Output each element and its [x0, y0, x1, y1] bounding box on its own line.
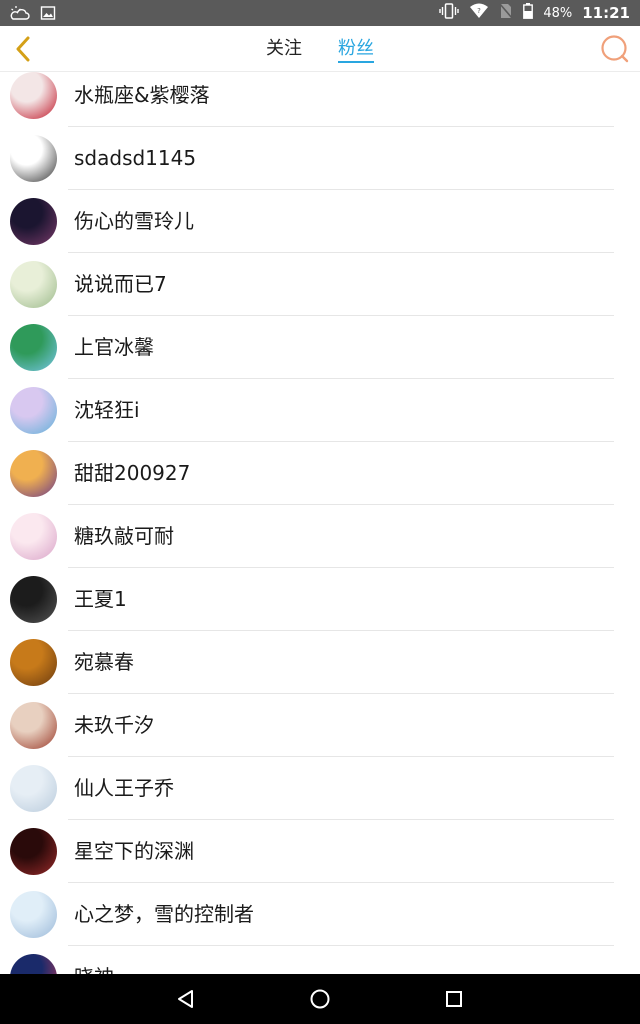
follower-name: 糖玖敲可耐: [74, 524, 174, 548]
avatar[interactable]: [10, 450, 57, 497]
follower-name: 上官冰馨: [74, 335, 154, 359]
nav-back-button[interactable]: [156, 974, 216, 1024]
battery-percent: 48%: [543, 5, 573, 21]
follower-row[interactable]: 星空下的深渊: [0, 820, 640, 883]
avatar[interactable]: [10, 513, 57, 560]
avatar[interactable]: [10, 891, 57, 938]
follower-row[interactable]: 晓神: [0, 946, 640, 974]
follower-name: 说说而已7: [74, 272, 167, 296]
search-icon: [601, 35, 629, 63]
follower-name: 伤心的雪玲儿: [74, 209, 194, 233]
avatar[interactable]: [10, 576, 57, 623]
search-button[interactable]: [598, 32, 632, 66]
nav-home-button[interactable]: [290, 974, 350, 1024]
follower-row[interactable]: 糖玖敲可耐: [0, 505, 640, 568]
vibrate-icon: [439, 3, 460, 23]
recents-icon: [446, 991, 462, 1007]
image-icon: [40, 5, 56, 25]
follower-name: 沈轻狂i: [74, 398, 140, 422]
follower-row[interactable]: 未玖千汐: [0, 694, 640, 757]
avatar[interactable]: [10, 639, 57, 686]
svg-text:?: ?: [477, 7, 481, 15]
avatar[interactable]: [10, 828, 57, 875]
tab-following[interactable]: 关注: [266, 26, 302, 72]
no-sim-icon: [499, 3, 513, 23]
follower-row[interactable]: 王夏1: [0, 568, 640, 631]
follower-name: 心之梦，雪的控制者: [74, 902, 254, 926]
follower-name: 晓神: [74, 946, 114, 974]
avatar[interactable]: [10, 387, 57, 434]
system-nav-bar: [0, 974, 640, 1024]
avatar[interactable]: [10, 261, 57, 308]
follower-row[interactable]: 宛慕春: [0, 631, 640, 694]
follower-row[interactable]: 水瓶座&紫樱落: [0, 72, 640, 127]
nav-recents-button[interactable]: [424, 974, 484, 1024]
followers-list[interactable]: 水瓶座&紫樱落 sdadsd1145 伤心的雪玲儿 说说而已7 上官冰馨沈轻狂i 甜甜20…: [0, 72, 640, 974]
clock: 11:21: [582, 4, 630, 22]
follower-name: 王夏1: [74, 587, 127, 611]
avatar[interactable]: [10, 72, 57, 119]
follower-name: sdadsd1145: [74, 146, 197, 170]
avatar[interactable]: [10, 324, 57, 371]
home-icon: [310, 989, 330, 1009]
tab-bar: 关注 粉丝: [0, 26, 640, 72]
avatar[interactable]: [10, 198, 57, 245]
avatar[interactable]: [10, 702, 57, 749]
follower-row[interactable]: 心之梦，雪的控制者: [0, 883, 640, 946]
follower-name: 甜甜200927: [74, 461, 191, 485]
follower-name: 未玖千汐: [74, 713, 154, 737]
follower-row[interactable]: 说说而已7: [0, 253, 640, 316]
avatar[interactable]: [10, 135, 57, 182]
battery-icon: [523, 3, 534, 23]
follower-row[interactable]: sdadsd1145: [0, 127, 640, 190]
tab-followers[interactable]: 粉丝: [338, 26, 374, 72]
follower-name: 仙人王子乔: [74, 776, 174, 800]
status-bar: ? 48% 11:21: [0, 0, 640, 26]
top-bar: 关注 粉丝: [0, 26, 640, 72]
wifi-icon: ?: [469, 3, 489, 23]
weather-cloud-icon: [10, 4, 30, 26]
followers-list-content: 水瓶座&紫樱落 sdadsd1145 伤心的雪玲儿 说说而已7 上官冰馨沈轻狂i 甜甜20…: [0, 72, 640, 974]
back-icon: [178, 990, 193, 1008]
follower-row[interactable]: 仙人王子乔: [0, 757, 640, 820]
follower-name: 水瓶座&紫樱落: [74, 83, 210, 107]
follower-name: 宛慕春: [74, 650, 134, 674]
follower-row[interactable]: 甜甜200927: [0, 442, 640, 505]
follower-row[interactable]: 沈轻狂i: [0, 379, 640, 442]
follower-row[interactable]: 上官冰馨: [0, 316, 640, 379]
avatar[interactable]: [10, 954, 57, 974]
follower-name: 星空下的深渊: [74, 839, 194, 863]
avatar[interactable]: [10, 765, 57, 812]
follower-row[interactable]: 伤心的雪玲儿: [0, 190, 640, 253]
